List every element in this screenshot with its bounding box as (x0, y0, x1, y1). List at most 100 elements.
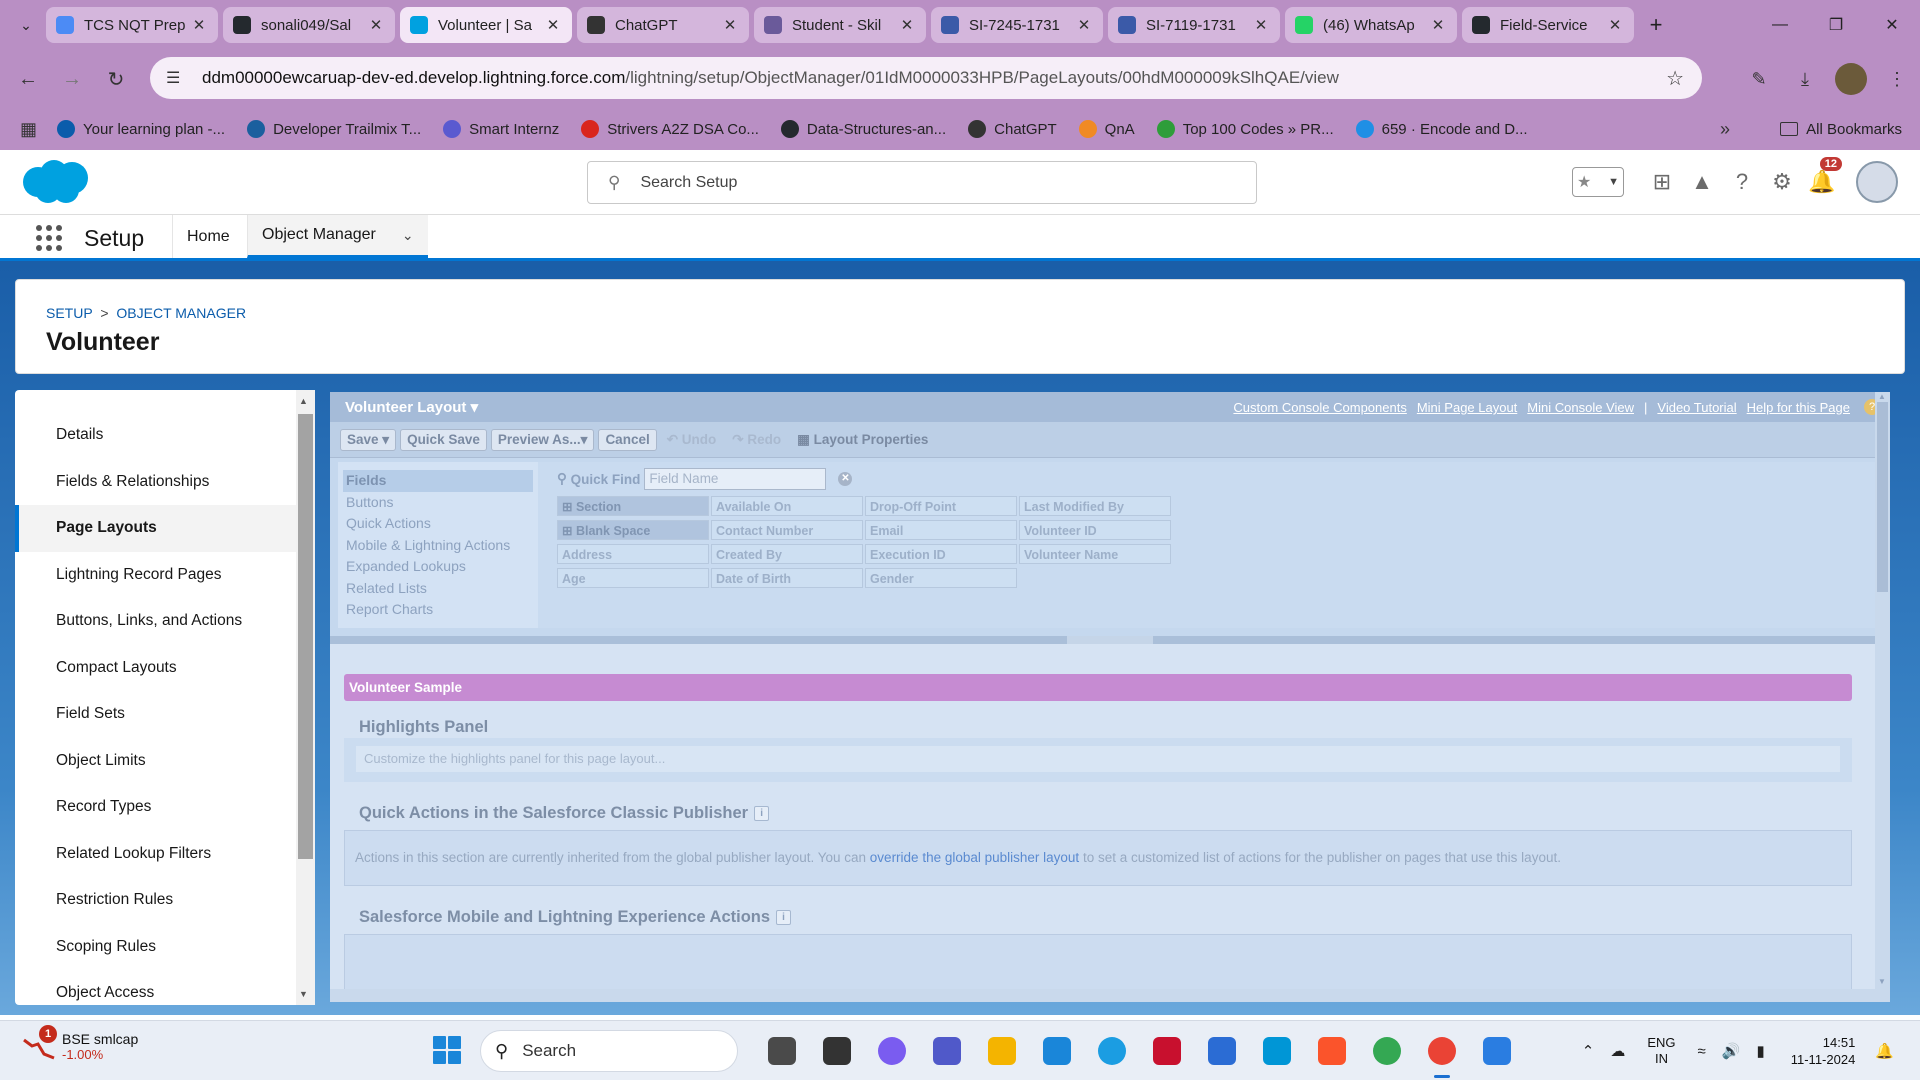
site-info-icon[interactable]: ☰ (166, 68, 194, 88)
palette-category-buttons[interactable]: Buttons (343, 492, 533, 514)
palette-field-item[interactable]: Age (557, 568, 709, 588)
override-global-publisher-link[interactable]: override the global publisher layout (870, 850, 1079, 865)
palette-field-item[interactable]: Last Modified By (1019, 496, 1171, 516)
back-icon[interactable]: ← (6, 57, 50, 101)
scroll-up-icon[interactable]: ▲ (299, 396, 308, 406)
palette-field-item[interactable]: Volunteer Name (1019, 544, 1171, 564)
bookmark-item[interactable]: ChatGPT (968, 120, 1057, 138)
info-icon[interactable]: i (754, 806, 770, 821)
help-for-this-page-link[interactable]: Help for this Page (1747, 400, 1850, 415)
taskbar-app[interactable] (980, 1029, 1024, 1073)
palette-category-related-lists[interactable]: Related Lists (343, 578, 533, 600)
palette-field-item[interactable]: Created By (711, 544, 863, 564)
reload-icon[interactable]: ↻ (94, 57, 138, 101)
left-nav-item-details[interactable]: Details (15, 412, 315, 459)
breadcrumb-setup-link[interactable]: SETUP (46, 305, 92, 321)
onedrive-cloud-icon[interactable]: ☁ (1610, 1042, 1625, 1060)
palette-category-mobile-lightning-actions[interactable]: Mobile & Lightning Actions (343, 535, 533, 557)
cancel-button[interactable]: Cancel (598, 428, 657, 451)
left-nav-item-lightning-record-pages[interactable]: Lightning Record Pages (15, 552, 315, 599)
palette-category-fields[interactable]: Fields (343, 470, 533, 492)
tab-close-icon[interactable]: ✕ (1075, 16, 1093, 34)
chevron-down-icon[interactable]: ⌄ (402, 227, 414, 244)
left-nav-item-field-sets[interactable]: Field Sets (15, 691, 315, 738)
setup-gear-icon[interactable]: ⚙ (1762, 169, 1802, 195)
mini-page-layout-link[interactable]: Mini Page Layout (1417, 400, 1517, 415)
nav-home-tab[interactable]: Home (172, 215, 244, 258)
editor-vertical-scrollbar[interactable]: ▲ ▼ (1875, 392, 1890, 1002)
highlights-panel[interactable]: Customize the highlights panel for this … (344, 738, 1852, 782)
close-window-icon[interactable]: ✕ (1864, 0, 1920, 50)
tab-close-icon[interactable]: ✕ (1606, 16, 1624, 34)
show-hidden-icons-chevron-icon[interactable]: ⌃ (1582, 1042, 1595, 1060)
palette-field-item[interactable]: Address (557, 544, 709, 564)
browser-tab[interactable]: Field-Service ✕ (1462, 7, 1634, 43)
scrollbar-thumb[interactable] (1877, 402, 1888, 592)
stock-widget[interactable]: 1 BSE smlcap -1.00% (22, 1025, 138, 1062)
tab-close-icon[interactable]: ✕ (721, 16, 739, 34)
bookmark-item[interactable]: Data-Structures-an... (780, 120, 946, 138)
windows-start-icon[interactable] (433, 1036, 461, 1064)
quick-find-input[interactable]: Field Name (644, 468, 827, 490)
taskbar-app[interactable] (1420, 1029, 1464, 1078)
tab-close-icon[interactable]: ✕ (544, 16, 562, 34)
palette-field-item[interactable]: Contact Number (711, 520, 863, 540)
forward-icon[interactable]: → (50, 57, 94, 101)
taskbar-app[interactable] (815, 1029, 859, 1073)
restore-icon[interactable]: ❐ (1808, 0, 1864, 50)
palette-field-item[interactable]: Email (865, 520, 1017, 540)
left-nav-scrollbar[interactable]: ▲ ▼ (296, 390, 315, 1005)
taskbar-app[interactable] (870, 1029, 914, 1073)
palette-category-expanded-lookups[interactable]: Expanded Lookups (343, 556, 533, 578)
left-nav-item-fields-relationships[interactable]: Fields & Relationships (15, 459, 315, 506)
notifications-bell-icon[interactable]: 🔔 12 (1802, 157, 1842, 195)
left-nav-item-page-layouts[interactable]: Page Layouts (15, 505, 315, 552)
left-nav-item-restriction-rules[interactable]: Restriction Rules (15, 877, 315, 924)
custom-console-components-link[interactable]: Custom Console Components (1233, 400, 1406, 415)
bookmark-star-icon[interactable]: ☆ (1666, 66, 1684, 91)
input-language[interactable]: ENG IN (1647, 1035, 1675, 1067)
taskbar-app[interactable] (1310, 1029, 1354, 1073)
taskbar-app[interactable] (1475, 1029, 1519, 1073)
taskbar-app[interactable] (925, 1029, 969, 1073)
left-nav-item-record-types[interactable]: Record Types (15, 784, 315, 831)
tab-close-icon[interactable]: ✕ (367, 16, 385, 34)
undo-button[interactable]: ↶ Undo (661, 429, 723, 451)
editor-horizontal-scrollbar[interactable] (330, 989, 1875, 1002)
salesforce-cloud-logo[interactable] (18, 156, 92, 206)
tab-close-icon[interactable]: ✕ (1429, 16, 1447, 34)
browser-tab[interactable]: sonali049/Sal ✕ (223, 7, 395, 43)
browser-tab[interactable]: (46) WhatsAp ✕ (1285, 7, 1457, 43)
left-nav-item-related-lookup-filters[interactable]: Related Lookup Filters (15, 831, 315, 878)
taskbar-app[interactable] (1365, 1029, 1409, 1073)
palette-field-item[interactable]: Available On (711, 496, 863, 516)
bookmark-item[interactable]: Your learning plan -... (57, 120, 225, 138)
taskbar-app[interactable] (1255, 1029, 1299, 1073)
mini-console-view-link[interactable]: Mini Console View (1527, 400, 1634, 415)
browser-tab[interactable]: TCS NQT Prep ✕ (46, 7, 218, 43)
scroll-down-icon[interactable]: ▼ (1878, 977, 1886, 986)
all-bookmarks-button[interactable]: All Bookmarks (1780, 121, 1902, 138)
palette-field-item[interactable]: ⊞ Section (557, 496, 709, 516)
new-tab-button[interactable]: + (1639, 8, 1673, 42)
battery-icon[interactable]: ▮ (1756, 1042, 1764, 1060)
resize-grip[interactable] (1067, 636, 1153, 644)
taskbar-app[interactable] (1090, 1029, 1134, 1073)
palette-field-item[interactable]: Drop-Off Point (865, 496, 1017, 516)
extensions-icon[interactable]: ✎ (1736, 69, 1782, 90)
global-actions-plus-icon[interactable]: ⊞ (1642, 169, 1682, 195)
trailhead-guidance-icon[interactable]: ▲ (1682, 169, 1722, 195)
redo-button[interactable]: ↷ Redo (726, 429, 787, 451)
clear-search-icon[interactable]: ✕ (838, 472, 853, 486)
clock[interactable]: 14:51 11-11-2024 (1791, 1034, 1856, 1068)
user-avatar[interactable] (1856, 161, 1898, 203)
browser-tab[interactable]: ChatGPT ✕ (577, 7, 749, 43)
palette-field-item[interactable]: Volunteer ID (1019, 520, 1171, 540)
url-omnibox[interactable]: ☰ ddm00000ewcaruap-dev-ed.develop.lightn… (150, 57, 1702, 99)
video-tutorial-link[interactable]: Video Tutorial (1657, 400, 1736, 415)
left-nav-item-object-limits[interactable]: Object Limits (15, 738, 315, 785)
bookmark-item[interactable]: 659 · Encode and D... (1355, 120, 1528, 138)
left-nav-item-compact-layouts[interactable]: Compact Layouts (15, 645, 315, 692)
layout-properties-button[interactable]: ▦ Layout Properties (791, 429, 934, 451)
scrollbar-thumb[interactable] (298, 414, 313, 859)
